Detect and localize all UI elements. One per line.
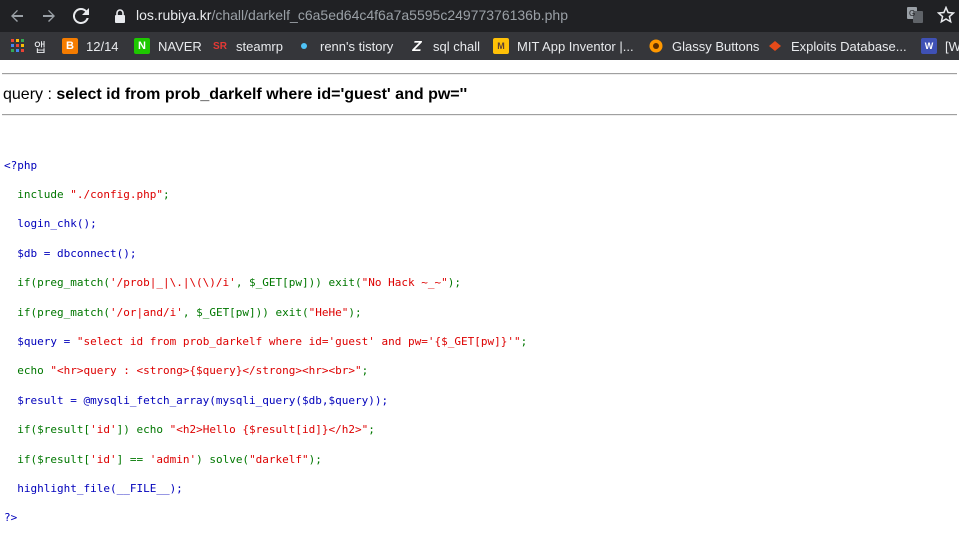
page-content: query : select id from prob_darkelf wher… [0, 60, 959, 524]
z-icon: Z [412, 37, 422, 55]
bookmark-glassy-buttons[interactable]: Glassy Buttons [648, 32, 759, 60]
code-line: ?> [4, 511, 18, 525]
code-line: include "./config.php"; [4, 188, 170, 202]
steamrp-icon: SR [213, 40, 227, 52]
php-source: <?php include "./config.php"; login_chk(… [4, 144, 527, 555]
apps-icon [10, 38, 26, 54]
back-icon [11, 10, 23, 22]
back-button[interactable] [4, 3, 30, 29]
forward-button[interactable] [36, 3, 62, 29]
bookmark-steamrp[interactable]: SR steamrp [212, 32, 283, 60]
bookmark-label: 앱 [34, 39, 46, 55]
tistory-icon [296, 38, 312, 54]
mit-icon: M [493, 38, 509, 54]
bookmark-label: 12/14 [86, 38, 119, 54]
bookmark-apps[interactable]: 앱 [10, 32, 46, 60]
code-line: login_chk(); [4, 217, 97, 231]
bookmark-tistory[interactable]: renn's tistory [296, 32, 393, 60]
bookmark-label: Glassy Buttons [672, 38, 760, 54]
bookmark-exploits-database[interactable]: Exploits Database... [767, 32, 907, 60]
code-line: echo "<hr>query : <strong>{$query}</stro… [4, 364, 369, 378]
bookmark-label: Exploits Database... [791, 38, 907, 54]
svg-text:G: G [909, 9, 915, 18]
code-line: $query = "select id from prob_darkelf wh… [4, 335, 528, 349]
bookmark-label: [W [945, 38, 959, 54]
bookmark-mit-app-inventor[interactable]: M MIT App Inventor |... [493, 32, 634, 60]
bottom-divider [2, 114, 957, 116]
blogger-icon: B [62, 38, 78, 54]
bookmark-label: renn's tistory [320, 38, 394, 54]
bookmark-label: NAVER [158, 38, 202, 54]
code-line: if($result['id'] == 'admin') solve("dark… [4, 452, 322, 466]
reload-icon [73, 8, 89, 24]
glassy-icon [648, 38, 664, 54]
top-divider [2, 73, 957, 75]
browser-toolbar: los.rubiya.kr/chall/darkelf_c6a5ed64c4f6… [0, 0, 959, 32]
bookmark-naver[interactable]: N NAVER [134, 32, 202, 60]
code-line: $db = dbconnect(); [4, 246, 137, 260]
bookmark-star-icon[interactable] [937, 6, 955, 24]
query-sql: select id from prob_darkelf where id='gu… [56, 86, 468, 103]
code-line: if(preg_match('/or|and/i', $_GET[pw])) e… [4, 305, 362, 319]
bookmarks-bar: 앱 B 12/14 N NAVER SR steamrp renn's tist… [0, 32, 959, 60]
code-line: <?php [4, 158, 38, 172]
lock-icon [115, 9, 125, 23]
code-line: $result = @mysqli_fetch_array(mysqli_que… [4, 393, 389, 407]
translate-icon[interactable]: G [906, 6, 924, 24]
bookmark-label: steamrp [236, 38, 283, 54]
code-line: if(preg_match('/prob|_|\.|\(\)/i', $_GET… [4, 276, 461, 290]
address-bar[interactable]: los.rubiya.kr/chall/darkelf_c6a5ed64c4f6… [106, 3, 956, 29]
naver-icon: N [134, 38, 150, 54]
bookmark-label: sql chall [433, 38, 480, 54]
url-text: los.rubiya.kr/chall/darkelf_c6a5ed64c4f6… [136, 7, 568, 23]
query-prefix: query : [3, 86, 57, 103]
code-line: highlight_file(__FILE__); [4, 482, 183, 495]
bookmark-blogger[interactable]: B 12/14 [62, 32, 119, 60]
forward-icon [43, 10, 55, 22]
bookmark-label: MIT App Inventor |... [517, 38, 634, 54]
bookmark-w[interactable]: W [W [921, 32, 959, 60]
reload-button[interactable] [68, 3, 94, 29]
url-host: los.rubiya.kr [136, 7, 212, 23]
url-path: /chall/darkelf_c6a5ed64c4f6a7a5595c24977… [211, 7, 568, 23]
code-line: if($result['id']) echo "<h2>Hello {$resu… [4, 423, 375, 437]
w-icon: W [921, 38, 937, 54]
exploitdb-icon [767, 38, 783, 54]
bookmark-sql-chall[interactable]: Z sql chall [409, 32, 480, 60]
query-line: query : select id from prob_darkelf wher… [3, 86, 467, 104]
